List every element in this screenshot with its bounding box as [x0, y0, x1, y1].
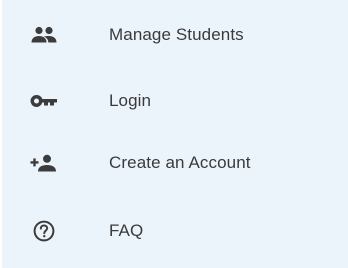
- person-add-icon: [30, 149, 58, 177]
- navigation-menu: Manage Students Login Create an Account: [2, 0, 348, 268]
- menu-item-faq[interactable]: FAQ: [2, 198, 348, 264]
- menu-item-manage-students[interactable]: Manage Students: [2, 2, 348, 68]
- menu-item-label: Manage Students: [109, 25, 244, 44]
- people-icon: [30, 21, 58, 49]
- menu-item-label: Login: [109, 91, 152, 110]
- menu-item-login[interactable]: Login: [2, 68, 348, 134]
- key-icon: [30, 87, 58, 115]
- menu-item-create-account[interactable]: Create an Account: [2, 130, 348, 196]
- help-icon: [30, 217, 58, 245]
- menu-item-label: Create an Account: [109, 153, 251, 172]
- menu-item-label: FAQ: [109, 221, 144, 240]
